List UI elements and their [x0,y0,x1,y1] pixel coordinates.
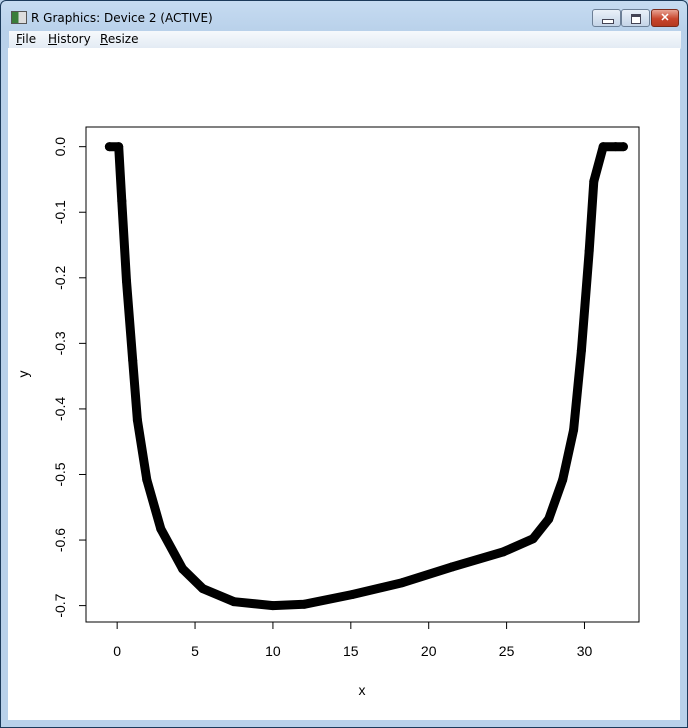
maximize-icon [631,14,641,24]
y-tick-label: 0.0 [52,137,68,157]
menu-resize-label: esize [107,32,139,46]
maximize-button[interactable] [621,9,650,27]
data-point [142,475,152,485]
x-tick-label: 20 [421,643,437,659]
x-tick-label: 5 [191,643,199,659]
data-point [104,142,114,152]
data-point [229,597,239,607]
r-app-icon [11,11,27,24]
window-title: R Graphics: Device 2 (ACTIVE) [31,11,213,25]
data-point [447,562,457,572]
x-tick-label: 25 [499,643,515,659]
menu-bar: File History Resize [9,31,681,49]
plot-svg: 0 5 10 15 20 25 30 0.0 -0.1 -0.2 -0.3 -0.4 -0.5 -0.6… [15,126,640,698]
data-points [104,142,628,611]
y-tick-label: -0.7 [52,593,68,617]
data-point [611,142,621,152]
data-point [122,276,132,286]
data-point [347,589,357,599]
menu-file-label: ile [22,32,37,46]
data-point [618,142,628,152]
y-axis: 0.0 -0.1 -0.2 -0.3 -0.4 -0.5 -0.6 -0.7 [52,137,86,618]
data-point [598,142,608,152]
y-axis-label: y [15,371,31,378]
data-series-y [104,142,628,611]
close-button[interactable]: ✕ [651,9,679,27]
y-tick-label: -0.4 [52,397,68,421]
close-icon: ✕ [660,12,670,24]
y-tick-label: -0.3 [52,331,68,355]
data-point [498,547,508,557]
data-point [576,346,586,356]
data-point [299,599,309,609]
menu-resize[interactable]: Resize [100,32,138,46]
x-axis-label: x [359,682,366,698]
x-tick-label: 30 [577,643,593,659]
y-tick-label: -0.1 [52,200,68,224]
y-tick-label: -0.6 [52,528,68,552]
plot-canvas: 0 5 10 15 20 25 30 0.0 -0.1 -0.2 -0.3 -0.4 -0.5 -0.6… [8,48,680,720]
x-axis: 0 5 10 15 20 25 30 [113,621,593,659]
minimize-button[interactable] [592,9,621,27]
data-point [544,514,554,524]
data-point [178,564,188,574]
menu-file[interactable]: File [16,32,36,46]
menu-resize-accel: R [100,32,108,46]
menu-history[interactable]: History [48,32,91,46]
x-tick-label: 15 [343,643,359,659]
data-point [132,415,142,425]
x-tick-label: 10 [265,643,281,659]
data-point [528,534,538,544]
minimize-icon [602,19,614,24]
data-point [128,355,138,365]
data-point [558,475,568,485]
y-tick-label: -0.5 [52,462,68,486]
data-point [117,196,127,206]
y-tick-label: -0.2 [52,266,68,290]
data-point [584,246,594,256]
menu-history-accel: H [48,32,58,46]
menu-history-label: istory [57,32,91,46]
data-point [589,176,599,186]
data-point [198,584,208,594]
data-point [156,524,166,534]
data-point [268,601,278,611]
title-bar[interactable]: R Graphics: Device 2 (ACTIVE) ✕ [1,1,687,31]
data-point [397,578,407,588]
x-tick-label: 0 [113,643,121,659]
data-point [569,425,579,435]
data-point [114,142,124,152]
